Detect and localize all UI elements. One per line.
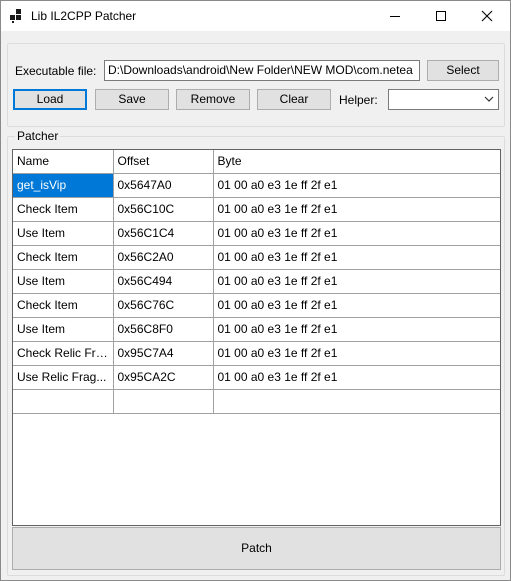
- cell-offset[interactable]: 0x56C10C: [113, 197, 214, 222]
- table-row[interactable]: Use Item 0x56C494 01 00 a0 e3 1e ff 2f e…: [13, 269, 500, 294]
- table-row[interactable]: Use Relic Frag... 0x95CA2C 01 00 a0 e3 1…: [13, 365, 500, 390]
- select-button[interactable]: Select: [427, 60, 499, 81]
- cell-name[interactable]: Check Item: [13, 293, 114, 318]
- patch-table[interactable]: Name Offset Byte get_isVip 0x5647A0 01 0…: [12, 149, 501, 526]
- table-row[interactable]: Check Item 0x56C76C 01 00 a0 e3 1e ff 2f…: [13, 293, 500, 318]
- table-row[interactable]: Check Item 0x56C10C 01 00 a0 e3 1e ff 2f…: [13, 197, 500, 222]
- cell-offset[interactable]: 0x56C2A0: [113, 245, 214, 270]
- column-header-byte[interactable]: Byte: [213, 150, 500, 174]
- maximize-icon: [436, 11, 446, 21]
- cell-offset[interactable]: 0x56C76C: [113, 293, 214, 318]
- cell-byte[interactable]: 01 00 a0 e3 1e ff 2f e1: [213, 365, 500, 390]
- cell-offset[interactable]: 0x95CA2C: [113, 365, 214, 390]
- cell-byte[interactable]: 01 00 a0 e3 1e ff 2f e1: [213, 317, 500, 342]
- cell-byte[interactable]: 01 00 a0 e3 1e ff 2f e1: [213, 173, 500, 198]
- cell-name[interactable]: Use Item: [13, 317, 114, 342]
- cell-offset[interactable]: 0x56C8F0: [113, 317, 214, 342]
- cell-byte[interactable]: 01 00 a0 e3 1e ff 2f e1: [213, 197, 500, 222]
- maximize-button[interactable]: [418, 1, 464, 31]
- cell-byte[interactable]: 01 00 a0 e3 1e ff 2f e1: [213, 293, 500, 318]
- cell-name-new[interactable]: [13, 389, 114, 414]
- helper-dropdown[interactable]: [388, 89, 499, 110]
- cell-byte[interactable]: 01 00 a0 e3 1e ff 2f e1: [213, 269, 500, 294]
- remove-button[interactable]: Remove: [176, 89, 250, 110]
- cell-byte-new[interactable]: [213, 389, 500, 414]
- window-title: Lib IL2CPP Patcher: [31, 9, 137, 23]
- cell-name[interactable]: Check Item: [13, 197, 114, 222]
- cell-byte[interactable]: 01 00 a0 e3 1e ff 2f e1: [213, 221, 500, 246]
- file-group: [7, 43, 505, 127]
- table-header-row: Name Offset Byte: [13, 150, 500, 174]
- column-header-offset[interactable]: Offset: [113, 150, 214, 174]
- patch-button[interactable]: Patch: [12, 527, 501, 570]
- cell-offset[interactable]: 0x95C7A4: [113, 341, 214, 366]
- cell-name[interactable]: Use Relic Frag...: [13, 365, 114, 390]
- cell-name[interactable]: Check Item: [13, 245, 114, 270]
- table-row[interactable]: Use Item 0x56C8F0 01 00 a0 e3 1e ff 2f e…: [13, 317, 500, 342]
- load-button[interactable]: Load: [13, 89, 87, 110]
- title-bar[interactable]: Lib IL2CPP Patcher: [1, 1, 510, 31]
- close-button[interactable]: [464, 1, 510, 31]
- executable-file-label: Executable file:: [15, 64, 97, 78]
- cell-offset[interactable]: 0x5647A0: [113, 173, 214, 198]
- minimize-button[interactable]: [372, 1, 418, 31]
- patcher-group-label: Patcher: [15, 129, 61, 143]
- helper-label: Helper:: [339, 93, 378, 107]
- clear-button[interactable]: Clear: [257, 89, 331, 110]
- chevron-down-icon: [484, 96, 494, 102]
- executable-file-input[interactable]: D:\Downloads\android\New Folder\NEW MOD\…: [104, 60, 420, 81]
- table-row[interactable]: Check Item 0x56C2A0 01 00 a0 e3 1e ff 2f…: [13, 245, 500, 270]
- cell-name[interactable]: Use Item: [13, 269, 114, 294]
- cell-offset-new[interactable]: [113, 389, 214, 414]
- cell-byte[interactable]: 01 00 a0 e3 1e ff 2f e1: [213, 245, 500, 270]
- table-row[interactable]: Use Item 0x56C1C4 01 00 a0 e3 1e ff 2f e…: [13, 221, 500, 246]
- table-row[interactable]: get_isVip 0x5647A0 01 00 a0 e3 1e ff 2f …: [13, 173, 500, 198]
- close-icon: [481, 10, 493, 22]
- table-row[interactable]: Check Relic Fra... 0x95C7A4 01 00 a0 e3 …: [13, 341, 500, 366]
- main-window: Lib IL2CPP Patcher Executable file: D:\D…: [0, 0, 511, 581]
- cell-offset[interactable]: 0x56C494: [113, 269, 214, 294]
- table-new-row[interactable]: [13, 389, 500, 414]
- column-header-name[interactable]: Name: [13, 150, 114, 174]
- cell-offset[interactable]: 0x56C1C4: [113, 221, 214, 246]
- minimize-icon: [390, 16, 400, 17]
- cell-name[interactable]: get_isVip: [13, 173, 114, 198]
- cell-byte[interactable]: 01 00 a0 e3 1e ff 2f e1: [213, 341, 500, 366]
- app-icon: [10, 9, 21, 23]
- cell-name[interactable]: Use Item: [13, 221, 114, 246]
- cell-name[interactable]: Check Relic Fra...: [13, 341, 114, 366]
- save-button[interactable]: Save: [95, 89, 169, 110]
